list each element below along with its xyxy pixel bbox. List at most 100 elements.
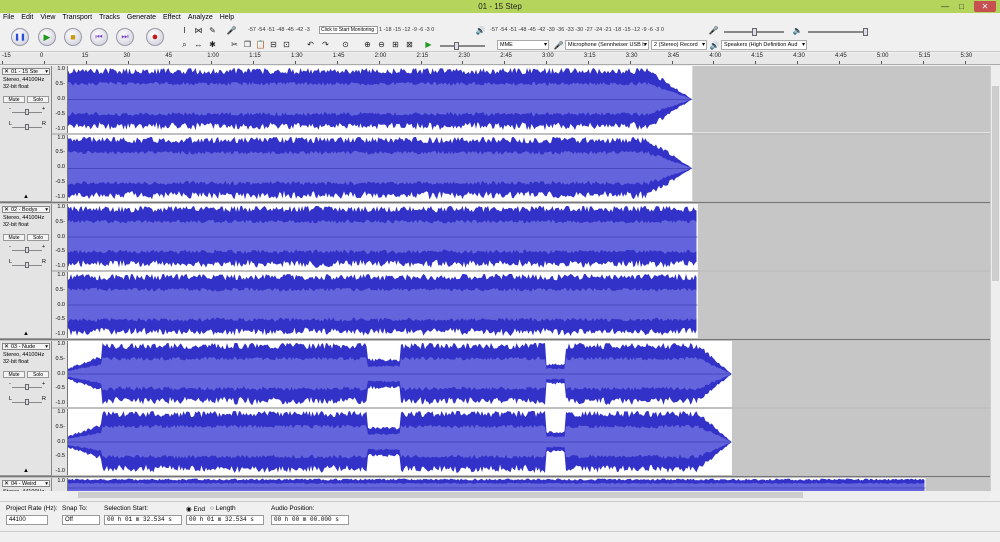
track-name-menu[interactable]: ✕ 01 - 15 Ste ▾ xyxy=(2,68,50,75)
waveform-channel[interactable] xyxy=(68,409,990,475)
waveform-channel[interactable] xyxy=(68,341,990,407)
menu-edit[interactable]: Edit xyxy=(21,13,33,22)
recording-channels-select[interactable]: 2 (Stereo) Record xyxy=(651,40,707,50)
slider-thumb[interactable] xyxy=(752,28,757,36)
waveform-channel[interactable] xyxy=(68,66,990,133)
close-track-icon[interactable]: ✕ xyxy=(4,69,9,74)
mute-button[interactable]: Mute xyxy=(3,371,25,378)
stop-button[interactable]: ■ xyxy=(64,28,82,46)
vertical-scale[interactable]: 1.0 0.5- 0.0 -0.5 -1.0 xyxy=(52,409,68,475)
undo-icon[interactable]: ↶ xyxy=(305,39,316,50)
skip-end-button[interactable]: ⏭ xyxy=(116,28,134,46)
play-button[interactable]: ▶ xyxy=(38,28,56,46)
menu-effect[interactable]: Effect xyxy=(163,13,181,22)
recording-device-select[interactable]: Microphone (Sennheiser USB h xyxy=(565,40,649,50)
collapse-track-icon[interactable]: ▲ xyxy=(20,468,32,474)
sync-lock-icon[interactable]: ⊙ xyxy=(340,39,351,50)
pause-button[interactable]: ❚❚ xyxy=(11,28,29,46)
selection-end-field[interactable]: 00 h 01 m 32.534 s xyxy=(186,515,264,525)
gain-slider[interactable] xyxy=(12,247,42,253)
menu-file[interactable]: File xyxy=(3,13,14,22)
menu-transport[interactable]: Transport xyxy=(62,13,92,22)
close-track-icon[interactable]: ✕ xyxy=(4,481,9,486)
gain-slider[interactable] xyxy=(12,384,42,390)
vertical-scale[interactable]: 1.0 xyxy=(52,478,68,491)
trim-icon[interactable]: ⊟ xyxy=(268,39,279,50)
selection-start-field[interactable]: 00 h 01 m 32.534 s xyxy=(104,515,182,525)
slider-thumb[interactable] xyxy=(863,28,868,36)
slider-thumb[interactable] xyxy=(25,109,29,115)
close-track-icon[interactable]: ✕ xyxy=(4,344,9,349)
pan-slider[interactable] xyxy=(12,262,42,268)
zoom-in-icon[interactable]: ⊕ xyxy=(362,39,373,50)
vertical-scale[interactable]: 1.0 0.5- 0.0 -0.5 -1.0 xyxy=(52,272,68,338)
paste-icon[interactable]: 📋 xyxy=(255,39,266,50)
tracks-area[interactable]: ✕ 01 - 15 Ste ▾ Stereo, 44100Hz 32-bit float… xyxy=(0,66,990,491)
mute-button[interactable]: Mute xyxy=(3,96,25,103)
audio-position-field[interactable]: 00 h 00 m 00.000 s xyxy=(271,515,349,525)
audio-track[interactable]: ✕04 - Weird ▾Stereo, 44100Hz 1.0 xyxy=(0,478,990,491)
timeline-ruler[interactable]: -15 0 15 30 45 1:00 1:15 1:30 1:45 2:00 2:15 2:30 2:… xyxy=(0,53,1000,65)
collapse-track-icon[interactable]: ▲ xyxy=(20,331,32,337)
audio-host-select[interactable]: MME xyxy=(497,40,549,50)
zoom-tool-icon[interactable]: ⌕ xyxy=(179,39,190,50)
menu-view[interactable]: View xyxy=(40,13,55,22)
pan-slider[interactable] xyxy=(12,124,42,130)
scroll-thumb[interactable] xyxy=(78,492,803,498)
track-name-menu[interactable]: ✕ 04 - Weird ▾ xyxy=(2,480,50,487)
menu-generate[interactable]: Generate xyxy=(127,13,156,22)
pan-slider[interactable] xyxy=(12,399,42,405)
timeshift-tool-icon[interactable]: ↔ xyxy=(193,39,204,50)
close-track-icon[interactable]: ✕ xyxy=(4,207,9,212)
audio-track[interactable]: ✕ 03 - Nude ▾ Stereo, 44100Hz 32-bit float Mu… xyxy=(0,341,990,477)
track-name-menu[interactable]: ✕ 02 - Bodys ▾ xyxy=(2,206,50,213)
mute-button[interactable]: Mute xyxy=(3,234,25,241)
solo-button[interactable]: Solo xyxy=(27,371,49,378)
menu-tracks[interactable]: Tracks xyxy=(99,13,120,22)
skip-start-button[interactable]: ⏮ xyxy=(90,28,108,46)
playback-volume-slider[interactable] xyxy=(808,28,868,36)
waveform-channel[interactable] xyxy=(68,134,990,201)
record-volume-slider[interactable] xyxy=(724,28,784,36)
cut-icon[interactable]: ✂ xyxy=(229,39,240,50)
track-name-menu[interactable]: ✕ 03 - Nude ▾ xyxy=(2,343,50,350)
fit-project-icon[interactable]: ⊠ xyxy=(404,39,415,50)
gain-slider[interactable] xyxy=(12,109,42,115)
waveform-channel[interactable] xyxy=(68,272,990,338)
record-button[interactable]: ● xyxy=(146,28,164,46)
waveform-channel[interactable] xyxy=(68,204,990,270)
close-button[interactable]: ✕ xyxy=(974,1,996,12)
monitor-button[interactable]: Click to Start Monitoring xyxy=(319,26,378,34)
minimize-button[interactable]: — xyxy=(941,0,949,13)
slider-thumb[interactable] xyxy=(25,124,29,130)
selection-tool-icon[interactable]: I xyxy=(179,25,190,36)
play-speed-slider[interactable] xyxy=(440,42,485,50)
fit-selection-icon[interactable]: ⊞ xyxy=(390,39,401,50)
vertical-scale[interactable]: 1.0 0.5- 0.0 -0.5 -1.0 xyxy=(52,134,68,201)
copy-icon[interactable]: ❐ xyxy=(242,39,253,50)
menu-help[interactable]: Help xyxy=(220,13,234,22)
redo-icon[interactable]: ↷ xyxy=(320,39,331,50)
slider-thumb[interactable] xyxy=(454,42,459,50)
vertical-scale[interactable]: 1.0 0.5- 0.0 -0.5 -1.0 xyxy=(52,341,68,407)
slider-thumb[interactable] xyxy=(25,247,29,253)
vertical-scale[interactable]: 1.0 0.5- 0.0 -0.5 -1.0 xyxy=(52,66,68,133)
snap-to-select[interactable]: Off xyxy=(62,515,100,525)
solo-button[interactable]: Solo xyxy=(27,234,49,241)
project-rate-select[interactable]: 44100 xyxy=(6,515,48,525)
slider-thumb[interactable] xyxy=(25,262,29,268)
end-radio[interactable]: ◉ End xyxy=(186,505,205,513)
play-at-speed-icon[interactable]: ▶ xyxy=(423,39,434,50)
zoom-out-icon[interactable]: ⊖ xyxy=(376,39,387,50)
vertical-scrollbar[interactable] xyxy=(990,66,1000,491)
solo-button[interactable]: Solo xyxy=(27,96,49,103)
scroll-thumb[interactable] xyxy=(992,86,999,281)
vertical-scale[interactable]: 1.0 0.5- 0.0 -0.5 -1.0 xyxy=(52,204,68,270)
audio-track[interactable]: ✕ 02 - Bodys ▾ Stereo, 44100Hz 32-bit float M… xyxy=(0,204,990,340)
multi-tool-icon[interactable]: ✱ xyxy=(207,39,218,50)
maximize-button[interactable]: □ xyxy=(959,0,964,13)
playback-device-select[interactable]: Speakers (High Definition Aud xyxy=(721,40,807,50)
envelope-tool-icon[interactable]: ⋈ xyxy=(193,25,204,36)
slider-thumb[interactable] xyxy=(25,384,29,390)
collapse-track-icon[interactable]: ▲ xyxy=(20,194,32,200)
